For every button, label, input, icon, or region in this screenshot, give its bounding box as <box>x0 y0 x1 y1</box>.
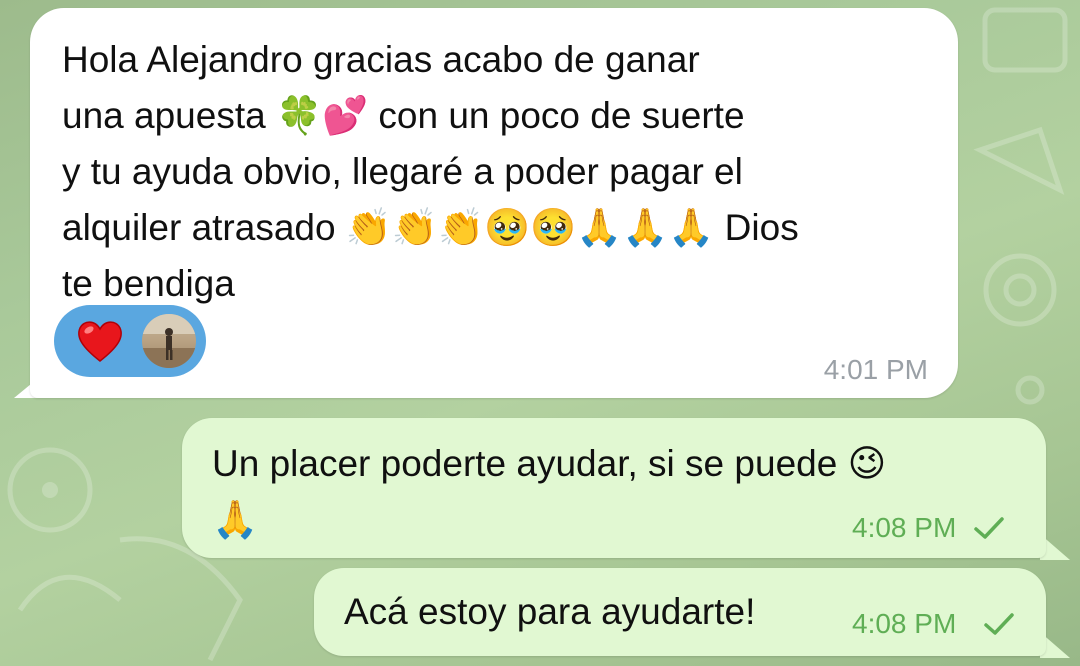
outgoing-message-text: Un placer poderte ayudar, si se puede 😉 <box>212 440 886 488</box>
emoji-pray-icon: 🙏 <box>212 498 259 541</box>
message-text-segment: Dios <box>714 207 799 248</box>
message-text-segment: con un poco de suerte <box>368 95 745 136</box>
outgoing-message-text: Acá estoy para ayudarte! <box>344 591 756 632</box>
check-icon <box>974 517 1004 539</box>
incoming-message-bubble[interactable]: Hola Alejandro gracias acabo de ganar un… <box>30 8 958 398</box>
emoji-clap-pleading-pray-icon: 👏👏👏🥹🥹🙏🙏🙏 <box>345 206 715 249</box>
outgoing-message-bubble[interactable]: Acá estoy para ayudarte! 4:08 PM <box>314 568 1046 656</box>
outgoing-message-bubble[interactable]: Un placer poderte ayudar, si se puede 😉 … <box>182 418 1046 558</box>
message-text-segment: Un placer poderte ayudar, si se puede <box>212 443 848 484</box>
message-text-segment: una apuesta <box>62 95 276 136</box>
incoming-message-text: Hola Alejandro gracias acabo de ganar un… <box>62 32 932 312</box>
message-timestamp: 4:01 PM <box>823 354 928 385</box>
avatar-person-icon <box>142 314 196 368</box>
message-text-line: y tu ayuda obvio, llegaré a poder pagar … <box>62 151 743 192</box>
red-heart-icon <box>78 321 122 362</box>
emoji-clover-hearts-icon: 🍀💕 <box>275 94 369 137</box>
reaction-pill[interactable] <box>54 305 206 377</box>
message-text-line: te bendiga <box>62 263 235 304</box>
message-text-segment: alquiler atrasado <box>62 207 346 248</box>
check-icon <box>984 613 1014 635</box>
message-text-line: Hola Alejandro gracias acabo de ganar <box>62 39 700 80</box>
reactor-avatar[interactable] <box>142 314 196 368</box>
message-timestamp: 4:08 PM <box>852 512 957 543</box>
emoji-wink-icon: 😉 <box>847 442 887 485</box>
wallpaper-doodle-icon <box>973 7 1068 405</box>
message-timestamp: 4:08 PM <box>852 608 957 639</box>
